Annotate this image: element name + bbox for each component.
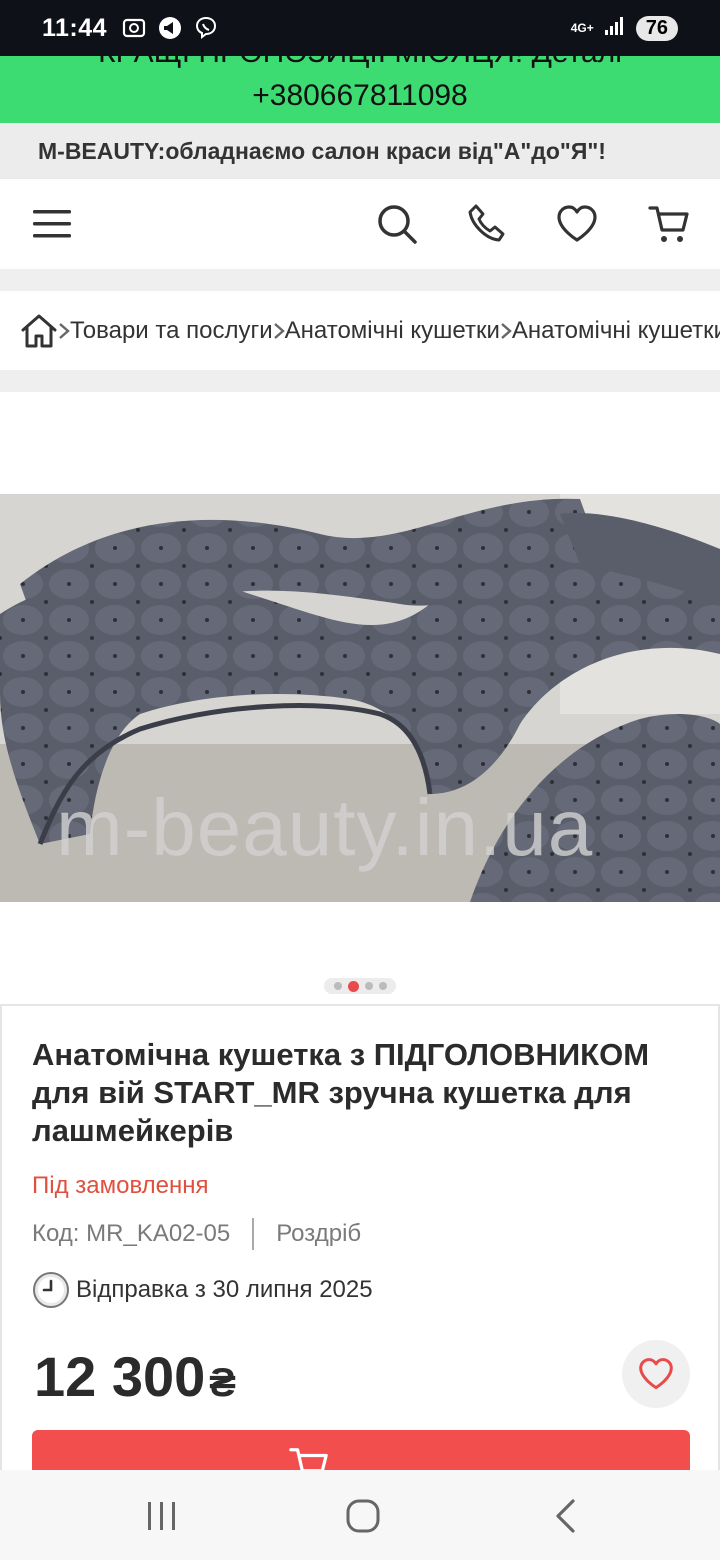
pagination-dot[interactable] (364, 982, 373, 990)
viber-icon (193, 15, 219, 41)
pagination-dot-active[interactable] (347, 980, 359, 992)
shipping-date: Відправка з 30 липня 2025 (76, 1276, 373, 1303)
recent-apps-icon[interactable] (140, 1494, 184, 1538)
pagination-dot[interactable] (378, 982, 387, 990)
battery-indicator: 76 (635, 15, 678, 41)
home-icon[interactable] (20, 313, 58, 349)
status-notification-icons (121, 15, 219, 41)
status-system-icons: 4G+ 76 (570, 15, 678, 41)
sale-type: Роздріб (276, 1220, 362, 1247)
price-value: 12 300 (34, 1345, 206, 1408)
back-icon[interactable] (543, 1494, 587, 1538)
breadcrumb-link[interactable]: Товари та послуги (70, 317, 273, 345)
product-photo[interactable]: m-beauty.in.ua (0, 494, 720, 902)
menu-icon[interactable] (29, 201, 75, 247)
photo-watermark: m-beauty.in.ua (56, 783, 594, 872)
product-code: Код: MR_KA02-05 (32, 1220, 231, 1247)
status-bar: 11:44 4G+ 76 (0, 0, 720, 56)
system-nav-bar (0, 1470, 720, 1560)
clock-icon (32, 1271, 70, 1309)
heart-icon (637, 1357, 675, 1391)
product-price: 12 300 ₴ (34, 1344, 236, 1409)
breadcrumb-link[interactable]: Анатомічні кушетки (512, 317, 720, 345)
phone-icon[interactable] (464, 201, 510, 247)
signal-icon (604, 16, 626, 41)
promo-phone[interactable]: +380667811098 (0, 77, 720, 115)
store-tagline: M-BEAUTY:обладнаємо салон краси від"А"до… (0, 123, 720, 179)
favorites-icon[interactable] (554, 201, 600, 247)
breadcrumb-link[interactable]: Анатомічні кушетки (285, 317, 500, 345)
breadcrumb: Товари та послуги Анатомічні кушетки Ана… (0, 291, 720, 370)
screenshot-icon (121, 15, 147, 41)
search-icon[interactable] (374, 201, 420, 247)
product-title: Анатомічна кушетка з ПІДГОЛОВНИКОМ для в… (32, 1037, 650, 1148)
chevron-right-icon (500, 322, 512, 340)
cart-icon[interactable] (646, 201, 692, 247)
availability-status: Під замовлення (32, 1172, 209, 1199)
shipping-info: Відправка з 30 липня 2025 (32, 1271, 373, 1309)
megaphone-icon (157, 15, 183, 41)
price-currency: ₴ (209, 1361, 236, 1405)
chevron-right-icon (58, 322, 70, 340)
network-type: 4G+ (570, 21, 594, 35)
status-time: 11:44 (42, 13, 108, 42)
section-divider (0, 370, 720, 392)
chevron-right-icon (273, 322, 285, 340)
product-gallery[interactable]: m-beauty.in.ua (0, 392, 720, 1004)
site-header (0, 179, 720, 269)
home-button-icon[interactable] (341, 1494, 385, 1538)
pagination-dot[interactable] (333, 982, 342, 990)
gallery-pagination[interactable] (324, 978, 396, 994)
meta-divider (252, 1218, 255, 1250)
section-divider (0, 269, 720, 291)
product-card: Анатомічна кушетка з ПІДГОЛОВНИКОМ для в… (0, 1004, 720, 1500)
promo-banner[interactable]: КРАЩІ ПРОПОЗИЦІЇ МІСЯЦЯ! Деталі +3806678… (0, 56, 720, 123)
add-to-favorites-button[interactable] (622, 1340, 690, 1408)
product-meta: Код: MR_KA02-05 Роздріб (32, 1218, 361, 1250)
promo-text: КРАЩІ ПРОПОЗИЦІЇ МІСЯЦЯ! Деталі (0, 56, 720, 72)
